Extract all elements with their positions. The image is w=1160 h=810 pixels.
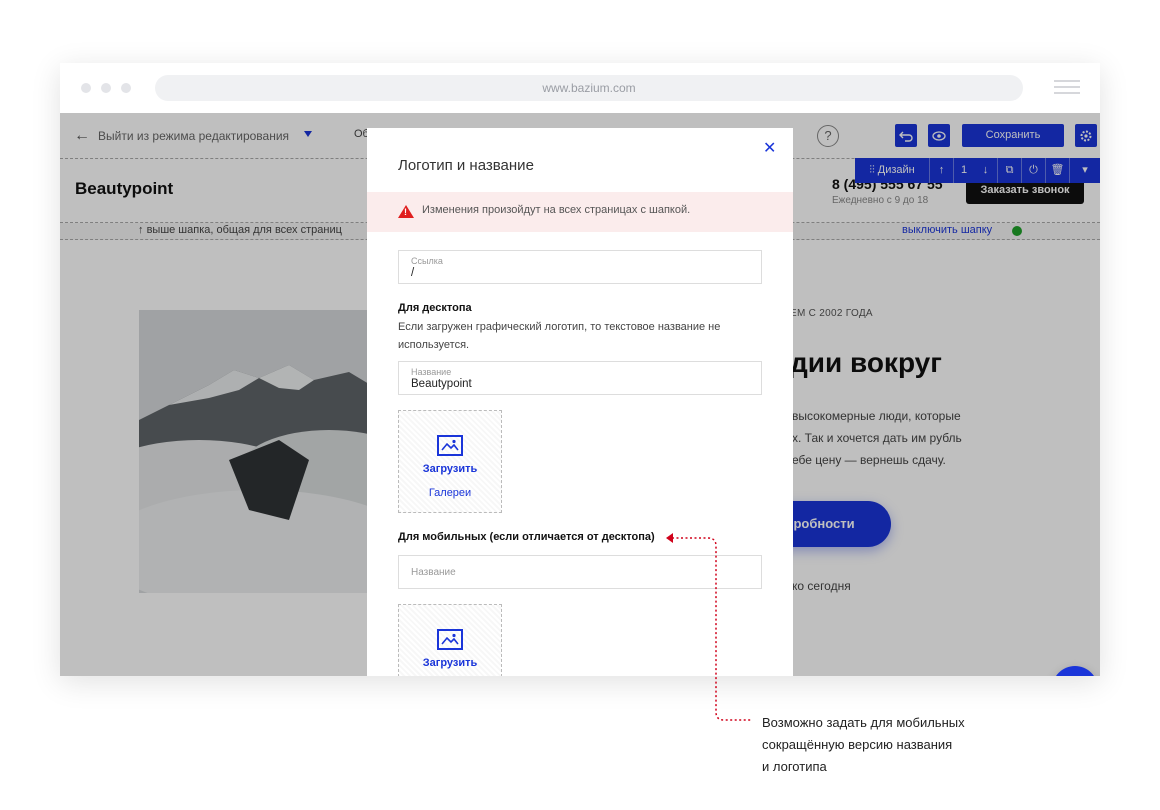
annotation-line: и логотипа bbox=[762, 759, 827, 774]
annotation-line: Возможно задать для мобильных bbox=[762, 715, 965, 730]
annotation-line: сокращённую версию названия bbox=[762, 737, 953, 752]
annotation-pointer bbox=[666, 533, 752, 721]
annotation-text: Возможно задать для мобильных сокращённу… bbox=[762, 712, 1012, 778]
